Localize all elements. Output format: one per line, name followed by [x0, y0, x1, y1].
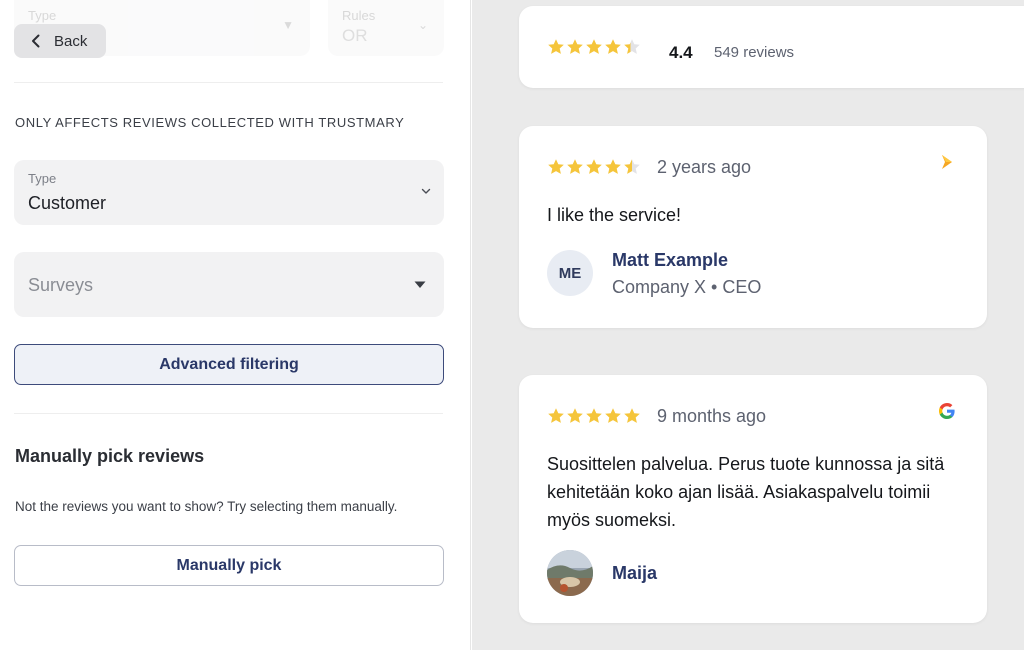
surveys-select[interactable]: Surveys: [14, 252, 444, 317]
review-text: Suosittelen palvelua. Perus tuote kunnos…: [547, 454, 945, 530]
divider: [14, 413, 443, 414]
widget-settings-panel: Type ▼ Rules OR ⌄ Back ONLY AFFECTS REVI…: [0, 0, 471, 650]
star-icon: [624, 408, 640, 423]
rating-summary-card: 4.4 549 reviews: [519, 6, 1024, 88]
star-icon: [605, 408, 621, 423]
star-icon: [548, 408, 564, 423]
star-icon: [605, 159, 621, 174]
reviewer-name: Matt Example: [612, 250, 729, 270]
star-icon: [605, 39, 621, 54]
landscape-photo-icon: [547, 550, 593, 596]
average-rating: 4.4: [669, 43, 693, 62]
review-age: 9 months ago: [657, 406, 767, 426]
manual-pick-title: Manually pick reviews: [15, 446, 205, 466]
manual-pick-description: Not the reviews you want to show? Try se…: [15, 499, 398, 514]
type-select-label: Type: [28, 171, 57, 186]
reviewer-company: Company X • CEO: [612, 277, 762, 297]
review-card: 2 years ago I like the service! ME Matt …: [519, 126, 987, 328]
trustmary-logo-icon: [942, 155, 952, 169]
star-icon: [624, 39, 640, 54]
star-icon: [586, 408, 602, 423]
back-button[interactable]: Back: [14, 24, 106, 58]
star-icon: [548, 39, 564, 54]
review-star-rating: [547, 407, 641, 425]
surveys-select-placeholder: Surveys: [28, 275, 94, 295]
chevron-down-icon: ⌄: [417, 18, 428, 32]
rules-filter-partial[interactable]: Rules OR ⌄: [328, 0, 444, 56]
star-icon: [586, 159, 602, 174]
google-logo-icon: [939, 403, 955, 419]
review-star-rating: [547, 158, 641, 176]
star-icon: [586, 39, 602, 54]
rules-filter-value: OR: [342, 26, 368, 45]
review-text: I like the service!: [547, 205, 682, 225]
star-icon: [567, 39, 583, 54]
type-filter-label: Type: [28, 8, 57, 23]
star-icon: [567, 408, 583, 423]
star-icon: [567, 159, 583, 174]
type-select[interactable]: Type Customer: [14, 160, 444, 225]
chevron-down-icon: ▼: [282, 18, 294, 32]
chevron-left-icon: [32, 34, 40, 48]
trustmary-filter-heading: ONLY AFFECTS REVIEWS COLLECTED WITH TRUS…: [15, 115, 405, 130]
type-select-value: Customer: [28, 193, 107, 213]
reviewer-photo-avatar: [547, 550, 593, 596]
manually-pick-button[interactable]: Manually pick: [14, 545, 444, 586]
reviewer-name: Maija: [612, 563, 658, 583]
caret-down-icon: [414, 281, 426, 288]
chevron-down-icon: [421, 188, 431, 194]
advanced-filtering-button[interactable]: Advanced filtering: [14, 344, 444, 385]
rules-filter-label: Rules: [342, 8, 376, 23]
avatar: ME: [547, 250, 593, 296]
review-count: 549 reviews: [714, 44, 795, 61]
divider: [14, 82, 443, 83]
widget-preview: 4.4 549 reviews 2 years ago I like the s…: [472, 0, 1024, 650]
review-age: 2 years ago: [657, 157, 752, 177]
back-button-label: Back: [54, 32, 88, 50]
summary-star-rating: [547, 38, 641, 56]
star-icon: [624, 159, 640, 174]
review-card: 9 months ago Suosittelen palvelua. Perus…: [519, 375, 987, 623]
star-icon: [548, 159, 564, 174]
